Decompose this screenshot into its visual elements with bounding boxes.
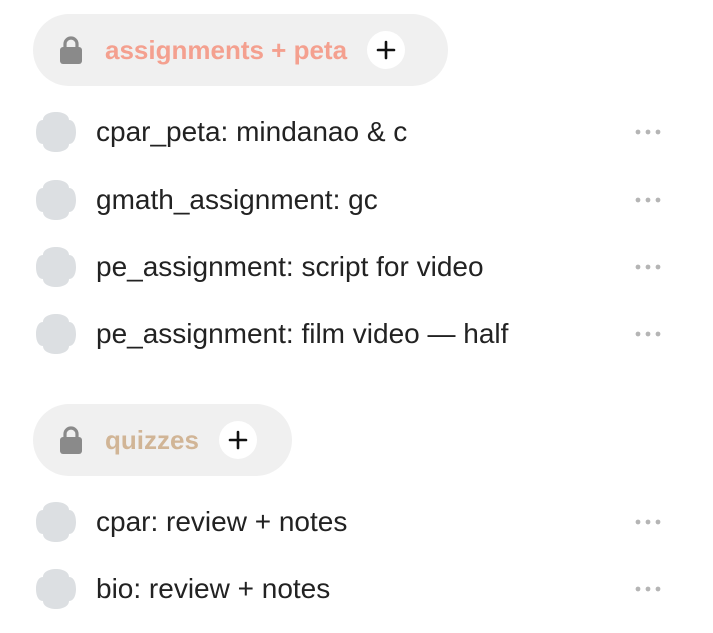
task-status-icon[interactable] bbox=[33, 177, 79, 223]
group-header: quizzes bbox=[33, 404, 292, 476]
plus-icon bbox=[228, 430, 248, 450]
more-options-icon[interactable] bbox=[628, 120, 668, 144]
more-options-icon[interactable] bbox=[628, 510, 668, 534]
task-status-icon[interactable] bbox=[33, 244, 79, 290]
lock-icon bbox=[60, 36, 82, 64]
task-label: pe_assignment: film video — half bbox=[96, 318, 509, 349]
group-title: quizzes bbox=[105, 424, 199, 455]
more-options-icon[interactable] bbox=[628, 577, 668, 601]
more-options-icon[interactable] bbox=[628, 322, 668, 346]
more-options-icon[interactable] bbox=[628, 188, 668, 212]
add-task-button[interactable] bbox=[367, 31, 406, 69]
plus-icon bbox=[376, 40, 396, 60]
task-row[interactable]: pe_assignment: script for video bbox=[0, 239, 713, 295]
task-row[interactable]: cpar_peta: mindanao & c bbox=[0, 104, 713, 160]
task-row[interactable]: pe_assignment: film video — half bbox=[0, 306, 713, 362]
task-label: cpar_peta: mindanao & c bbox=[96, 116, 408, 147]
lock-icon bbox=[60, 426, 82, 454]
add-task-button[interactable] bbox=[218, 421, 257, 459]
task-label: bio: review + notes bbox=[96, 573, 331, 604]
group-header: assignments + peta bbox=[33, 14, 448, 86]
task-row[interactable]: gmath_assignment: gc bbox=[0, 172, 713, 228]
task-row[interactable]: bio: review + notes bbox=[0, 561, 713, 617]
task-status-icon[interactable] bbox=[33, 566, 79, 612]
task-status-icon[interactable] bbox=[33, 109, 79, 155]
task-label: cpar: review + notes bbox=[96, 506, 348, 537]
more-options-icon[interactable] bbox=[628, 255, 668, 279]
task-label: gmath_assignment: gc bbox=[96, 184, 378, 215]
task-status-icon[interactable] bbox=[33, 499, 79, 545]
task-label: pe_assignment: script for video bbox=[96, 251, 484, 282]
task-row[interactable]: cpar: review + notes bbox=[0, 494, 713, 550]
group-title: assignments + peta bbox=[105, 34, 348, 65]
task-status-icon[interactable] bbox=[33, 311, 79, 357]
